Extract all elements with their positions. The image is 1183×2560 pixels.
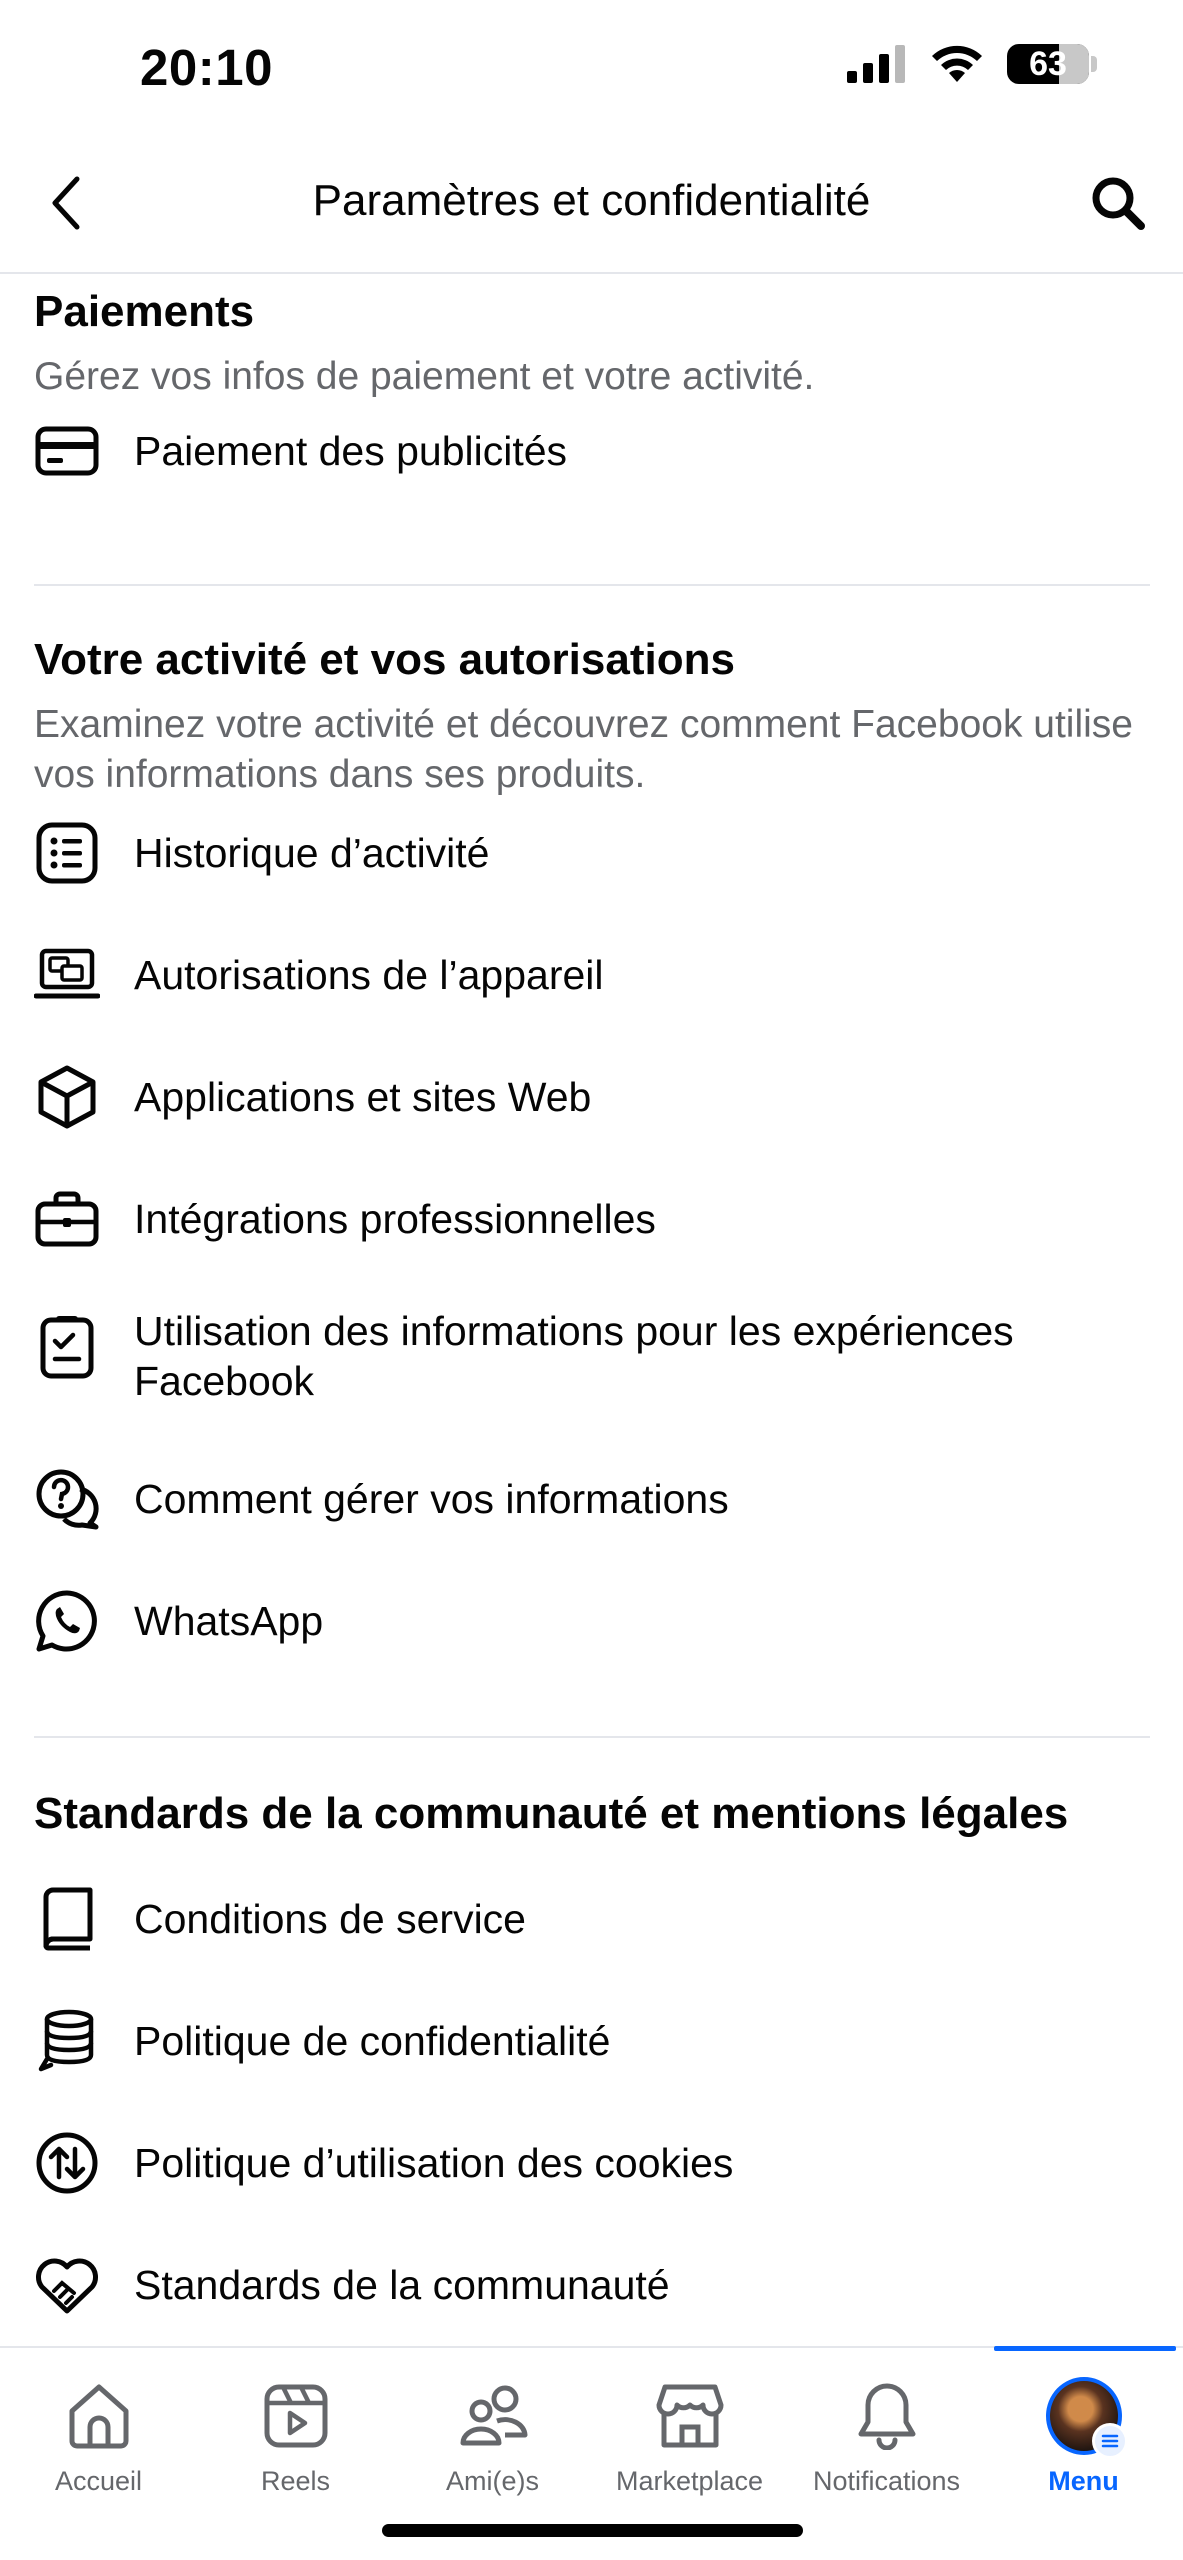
menu-item-label: Politique de confidentialité xyxy=(134,2018,611,2064)
menu-item-info-usage[interactable]: Utilisation des informations pour les ex… xyxy=(34,1306,1150,1406)
battery-indicator: 63 xyxy=(1007,44,1089,84)
menu-item-terms-of-service[interactable]: Conditions de service xyxy=(34,1886,1150,1952)
arrows-circle-icon xyxy=(34,2130,100,2196)
menu-item-label: Utilisation des informations pour les ex… xyxy=(134,1308,1014,1404)
section-divider xyxy=(34,1736,1150,1738)
section-divider xyxy=(34,584,1150,586)
reels-icon xyxy=(258,2378,334,2454)
menu-item-label: Standards de la communauté xyxy=(134,2262,670,2308)
menu-item-apps-websites[interactable]: Applications et sites Web xyxy=(34,1064,1150,1130)
menu-item-ad-payments[interactable]: Paiement des publicités xyxy=(34,418,1150,484)
bell-icon xyxy=(849,2378,925,2454)
menu-lines-icon xyxy=(1091,2423,1128,2459)
section-legal: Standards de la communauté et mentions l… xyxy=(34,1786,1150,1842)
section-title: Standards de la communauté et mentions l… xyxy=(34,1789,1069,1838)
tab-home[interactable]: Accueil xyxy=(0,2348,197,2528)
search-button[interactable] xyxy=(1083,168,1153,238)
section-title: Paiements xyxy=(34,287,255,336)
menu-item-label: WhatsApp xyxy=(134,1598,324,1644)
menu-item-whatsapp[interactable]: WhatsApp xyxy=(34,1588,1150,1654)
tab-label: Marketplace xyxy=(615,2466,764,2496)
credit-card-icon xyxy=(34,418,100,484)
menu-item-activity-log[interactable]: Historique d’activité xyxy=(34,820,1150,886)
tab-label: Notifications xyxy=(812,2466,961,2496)
tab-marketplace[interactable]: Marketplace xyxy=(591,2348,788,2528)
cube-icon xyxy=(34,1064,100,1130)
list-icon xyxy=(34,820,100,886)
tab-label: Menu xyxy=(1048,2466,1119,2496)
menu-item-label: Historique d’activité xyxy=(134,830,490,876)
tab-menu[interactable]: Menu xyxy=(985,2348,1182,2528)
menu-item-cookies-policy[interactable]: Politique d’utilisation des cookies xyxy=(34,2130,1150,2196)
menu-item-label: Paiement des publicités xyxy=(134,428,568,474)
menu-item-business-integrations[interactable]: Intégrations professionnelles xyxy=(34,1186,1150,1252)
section-description: Examinez votre activité et découvrez com… xyxy=(34,703,1133,796)
status-time: 20:10 xyxy=(140,39,273,96)
menu-item-community-standards[interactable]: Standards de la communauté xyxy=(34,2252,1150,2318)
tab-friends[interactable]: Ami(e)s xyxy=(394,2348,591,2528)
friends-icon xyxy=(455,2378,531,2454)
handshake-heart-icon xyxy=(34,2252,100,2318)
menu-item-label: Applications et sites Web xyxy=(134,1074,592,1120)
nav-header: Paramètres et confidentialité xyxy=(0,140,1183,274)
search-icon xyxy=(1092,177,1145,230)
question-chat-icon xyxy=(34,1466,100,1532)
menu-item-label: Intégrations professionnelles xyxy=(134,1196,656,1242)
status-icons: 63 xyxy=(847,44,1097,84)
menu-item-device-permissions[interactable]: Autorisations de l’appareil xyxy=(34,942,1150,1008)
tab-notifications[interactable]: Notifications xyxy=(788,2348,985,2528)
menu-item-label: Conditions de service xyxy=(134,1896,526,1942)
home-icon xyxy=(61,2378,137,2454)
menu-item-manage-info[interactable]: Comment gérer vos informations xyxy=(34,1466,1150,1532)
briefcase-icon xyxy=(34,1186,100,1252)
menu-item-label: Politique d’utilisation des cookies xyxy=(134,2140,734,2186)
battery-percent: 63 xyxy=(1029,45,1067,83)
section-description: Gérez vos infos de paiement et votre act… xyxy=(34,355,815,398)
wifi-icon xyxy=(932,45,982,82)
section-payments: Paiements Gérez vos infos de paiement et… xyxy=(34,284,1150,402)
avatar xyxy=(1045,2377,1128,2459)
database-icon xyxy=(34,2008,100,2074)
menu-item-label: Comment gérer vos informations xyxy=(134,1476,729,1522)
whatsapp-icon xyxy=(34,1588,100,1654)
tab-label: Reels xyxy=(260,2466,331,2496)
tab-label: Accueil xyxy=(54,2466,143,2496)
tab-label: Ami(e)s xyxy=(446,2466,539,2496)
menu-item-label: Autorisations de l’appareil xyxy=(134,952,604,998)
tab-reels[interactable]: Reels xyxy=(197,2348,394,2528)
app-root: 20:10 63 Paramètres et confidentialité P… xyxy=(0,0,1183,2560)
settings-content[interactable]: Paiements Gérez vos infos de paiement et… xyxy=(0,276,1183,2346)
marketplace-icon xyxy=(652,2378,728,2454)
battery-nub xyxy=(1091,56,1097,72)
clipboard-check-icon xyxy=(34,1314,100,1380)
menu-item-privacy-policy[interactable]: Politique de confidentialité xyxy=(34,2008,1150,2074)
section-title: Votre activité et vos autorisations xyxy=(34,635,735,684)
book-icon xyxy=(34,1886,100,1952)
status-bar: 20:10 63 xyxy=(0,0,1183,140)
cellular-signal-icon xyxy=(847,45,905,83)
home-indicator xyxy=(382,2524,803,2537)
section-activity: Votre activité et vos autorisations Exam… xyxy=(34,632,1150,800)
avatar-wrapper xyxy=(1045,2377,1128,2459)
page-title: Paramètres et confidentialité xyxy=(312,176,871,225)
laptop-icon xyxy=(34,942,100,1008)
